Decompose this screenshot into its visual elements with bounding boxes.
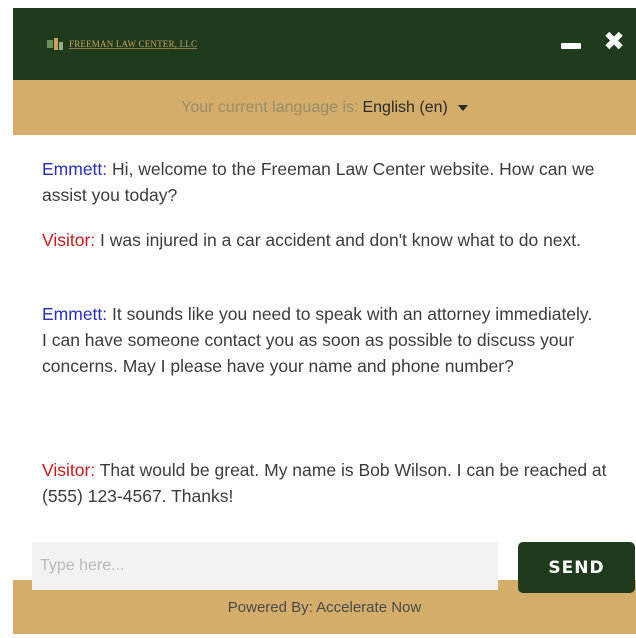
message-sender: Emmett: [42,159,108,179]
chat-widget: FREEMAN LAW CENTER, LLC ✖ Your current l… [13,8,636,634]
message-text: Hi, welcome to the Freeman Law Center we… [42,159,595,205]
message-text: That would be great. My name is Bob Wils… [42,460,607,506]
company-logo: FREEMAN LAW CENTER, LLC [47,34,197,54]
message-sender: Visitor: [42,230,96,250]
chevron-down-icon [457,104,468,111]
minimize-icon[interactable] [558,32,584,58]
language-bar: Your current language is: English (en) [13,80,636,135]
message-input[interactable] [32,542,498,590]
logo-mark [47,38,63,50]
message-sender: Emmett: [42,304,108,324]
chat-message: Visitor: That would be great. My name is… [42,457,612,509]
language-label: Your current language is: [181,98,359,116]
chat-message: Emmett: Hi, welcome to the Freeman Law C… [42,156,612,208]
chat-header: FREEMAN LAW CENTER, LLC ✖ [13,8,636,80]
language-dropdown[interactable]: English (en) [362,98,468,117]
message-text: I was injured in a car accident and don'… [95,230,582,250]
logo-text: FREEMAN LAW CENTER, LLC [69,39,198,49]
powered-by-text: Powered By: Accelerate Now [227,598,422,616]
send-button[interactable]: SEND [518,542,635,593]
language-selected-value: English (en) [362,98,448,116]
chat-message: Visitor: I was injured in a car accident… [42,227,612,253]
message-text: It sounds like you need to speak with an… [42,304,593,376]
message-sender: Visitor: [42,460,96,480]
close-icon[interactable]: ✖ [601,27,627,57]
chat-message: Emmett: It sounds like you need to speak… [42,301,597,379]
